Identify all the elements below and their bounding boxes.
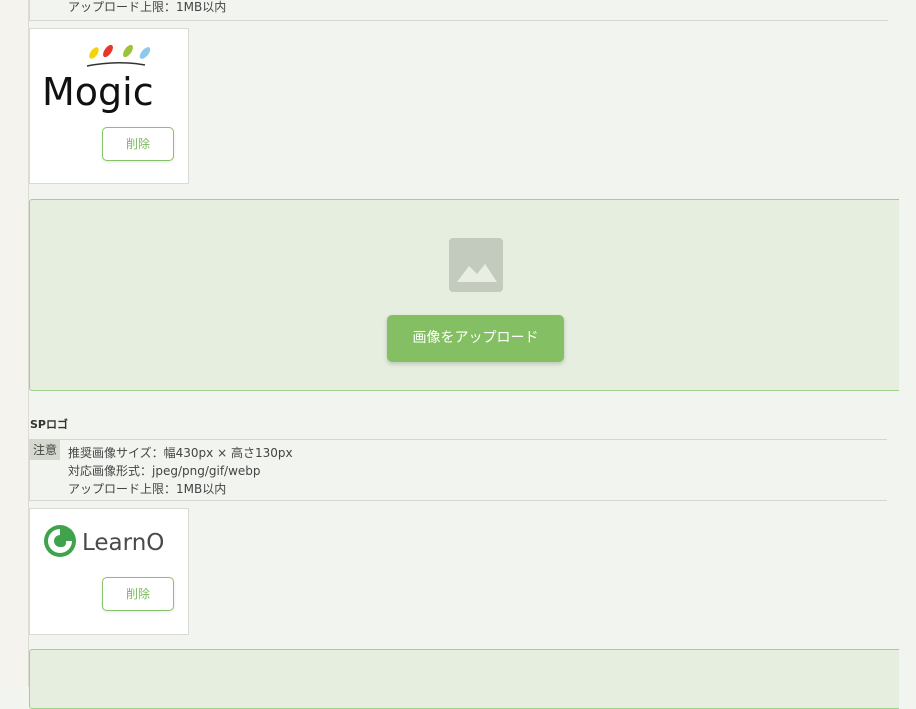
note-line-recommended-size: 推奨画像サイズ：幅430px × 高さ130px [68, 446, 293, 460]
main-logo-preview-card: Mogic 削除 [29, 28, 189, 184]
note-lines: 推奨画像サイズ：幅430px × 高さ130px 対応画像形式：jpeg/png… [68, 444, 293, 498]
note-line-formats: 対応画像形式：jpeg/png/gif/webp [68, 464, 261, 478]
delete-main-logo-button[interactable]: 削除 [102, 127, 174, 161]
learno-logo-text: LearnO [82, 530, 164, 556]
delete-sp-logo-button[interactable]: 削除 [102, 577, 174, 611]
left-margin-strip [0, 0, 29, 687]
main-logo-upload-zone[interactable]: 画像をアップロード [29, 199, 899, 391]
sp-logo-upload-zone[interactable] [29, 649, 899, 709]
learno-logo: LearnO [44, 525, 164, 557]
upload-image-button[interactable]: 画像をアップロード [387, 315, 564, 362]
image-placeholder-icon [449, 238, 503, 292]
mogic-logo: Mogic [42, 44, 154, 113]
sp-logo-note: 注意 推奨画像サイズ：幅430px × 高さ130px 対応画像形式：jpeg/… [29, 439, 887, 501]
note-line-upload-limit: アップロード上限：1MB以内 [68, 0, 227, 14]
mogic-logo-text: Mogic [42, 70, 154, 113]
note-line-upload-limit: アップロード上限：1MB以内 [68, 482, 227, 496]
main-logo-note: アップロード上限：1MB以内 [29, 0, 888, 21]
sp-logo-preview-card: LearnO 削除 [29, 508, 189, 635]
note-badge: 注意 [30, 440, 60, 460]
sp-logo-section-title: SPロゴ [30, 418, 68, 431]
